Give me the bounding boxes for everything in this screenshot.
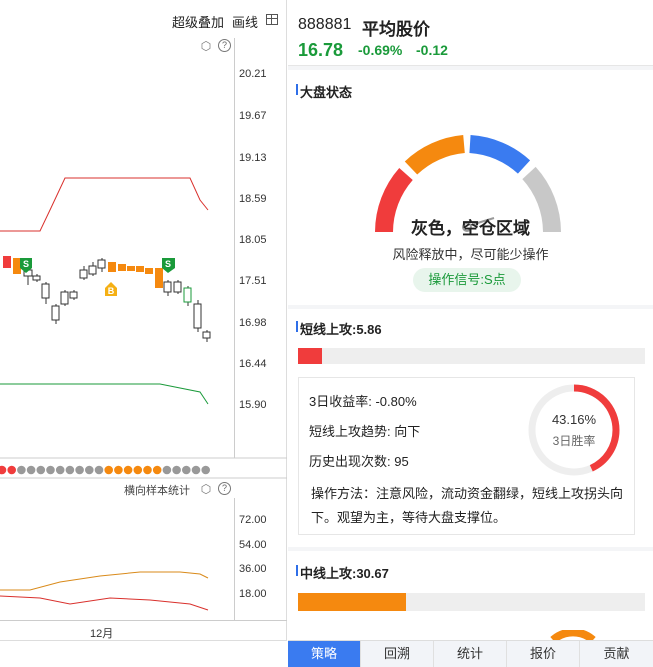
sub-axis: 72.00 54.00 36.00 18.00 — [234, 498, 287, 620]
status-dot — [75, 465, 84, 475]
status-dot — [26, 465, 36, 475]
short-term-card: 短线上攻:5.86 3日收益率: -0.80% 短线上攻趋势: 向下 历史出现次… — [288, 309, 653, 547]
status-dot — [55, 465, 65, 475]
price-tick: 18.05 — [239, 234, 267, 246]
change-percent: -0.69% — [358, 42, 403, 58]
status-dot — [46, 465, 55, 475]
status-dot — [162, 465, 172, 475]
signal-s1-label: S — [23, 259, 29, 269]
strategy-panel: 888881 平均股价 16.78 -0.69% -0.12 大盘状态 灰色，空… — [288, 0, 653, 667]
bottom-tabs: 策略 回溯 统计 报价 贡献 — [288, 640, 653, 667]
status-dot — [152, 465, 162, 475]
sub-tick: 54.00 — [239, 539, 267, 551]
market-state-title: 大盘状态 — [295, 82, 352, 101]
win-rate-value: 43.16% — [551, 412, 597, 427]
status-dot — [94, 465, 104, 475]
sub-tick: 72.00 — [239, 514, 267, 526]
status-dot — [85, 465, 94, 475]
bottom-strip — [0, 640, 287, 667]
signal-s2-label: S — [165, 259, 171, 269]
history-count: 历史出现次数: 95 — [309, 454, 409, 469]
signal-badge: 操作信号:S点 — [413, 268, 521, 292]
candles — [3, 256, 211, 342]
status-dot — [17, 465, 26, 475]
status-dot — [7, 465, 16, 475]
mid-ring-peek — [550, 630, 596, 640]
price-tick: 19.67 — [239, 110, 267, 122]
short-term-title: 短线上攻:5.86 — [296, 319, 382, 338]
status-dot — [143, 465, 152, 475]
market-state-text: 灰色，空仓区域 — [411, 219, 530, 238]
tab-quote[interactable]: 报价 — [507, 641, 580, 667]
market-state-desc: 风险释放中，尽可能少操作 — [392, 247, 549, 262]
status-dot — [191, 465, 201, 475]
status-dot — [201, 465, 210, 475]
tab-contribution[interactable]: 贡献 — [580, 641, 653, 667]
status-dot — [172, 465, 181, 475]
status-dot — [104, 465, 113, 475]
chart-panel[interactable]: 超级叠加 画线 ⬡ ? S B S 20.21 19.67 19.13 18.5… — [0, 0, 287, 667]
short-term-stats: 3日收益率: -0.80% 短线上攻趋势: 向下 历史出现次数: 95 43.1… — [298, 377, 635, 535]
price-tick: 18.59 — [239, 193, 267, 205]
status-dot — [133, 465, 143, 475]
sub-tick: 18.00 — [239, 588, 267, 600]
status-dot — [65, 465, 75, 475]
signal-marker-b1: B — [105, 282, 117, 296]
win-rate-label: 3日胜率 — [552, 434, 596, 448]
price-tick: 20.21 — [239, 68, 267, 80]
sub-tick: 36.00 — [239, 563, 267, 575]
short-term-bar-fill — [298, 348, 323, 364]
status-dot — [182, 465, 191, 475]
signal-marker-s2: S — [162, 258, 175, 273]
sample-stats-label[interactable]: 横向样本统计 — [124, 482, 190, 498]
short-term-bar — [298, 348, 645, 364]
return-3d: 3日收益率: -0.80% — [309, 394, 417, 409]
date-label: 12月 — [90, 628, 114, 640]
stock-code: 888881 — [298, 16, 352, 33]
mid-term-card: 中线上攻:30.67 — [288, 551, 653, 640]
status-dot — [0, 465, 7, 475]
tab-stats[interactable]: 统计 — [434, 641, 507, 667]
status-dot — [123, 465, 133, 475]
short-trend: 短线上攻趋势: 向下 — [309, 424, 421, 439]
price-tick: 17.51 — [239, 275, 267, 287]
quote-header: 888881 平均股价 16.78 -0.69% -0.12 — [288, 0, 653, 66]
price-tick: 15.90 — [239, 399, 267, 411]
price-axis: 20.21 19.67 19.13 18.59 18.05 17.51 16.9… — [234, 38, 287, 458]
stock-name: 平均股价 — [362, 20, 430, 39]
market-state-card: 大盘状态 灰色，空仓区域 风险释放中，尽可能少操作 操作信号:S点 — [288, 70, 653, 305]
tab-strategy[interactable]: 策略 — [288, 641, 361, 667]
mid-term-bar-fill — [298, 593, 406, 611]
price-tick: 19.13 — [239, 152, 267, 164]
status-dots — [0, 465, 210, 475]
change-amount: -0.12 — [416, 42, 448, 58]
status-dot — [114, 465, 123, 475]
help-icon[interactable]: ? — [218, 482, 231, 495]
date-axis: 12月 — [0, 620, 287, 640]
tab-backtrack[interactable]: 回溯 — [361, 641, 434, 667]
mid-term-title: 中线上攻:30.67 — [296, 563, 389, 582]
price-tick: 16.98 — [239, 317, 267, 329]
settings-hex-icon[interactable]: ⬡ — [200, 483, 212, 495]
status-dot — [36, 465, 46, 475]
price-tick: 16.44 — [239, 358, 267, 370]
operation-method: 操作方法：注意风险，流动资金翻绿，短线上攻拐头向下。观望为主，等待大盘支撑位。 — [311, 486, 624, 525]
mid-term-bar — [298, 593, 645, 611]
signal-b1-label: B — [108, 286, 115, 296]
last-price: 16.78 — [298, 40, 344, 60]
